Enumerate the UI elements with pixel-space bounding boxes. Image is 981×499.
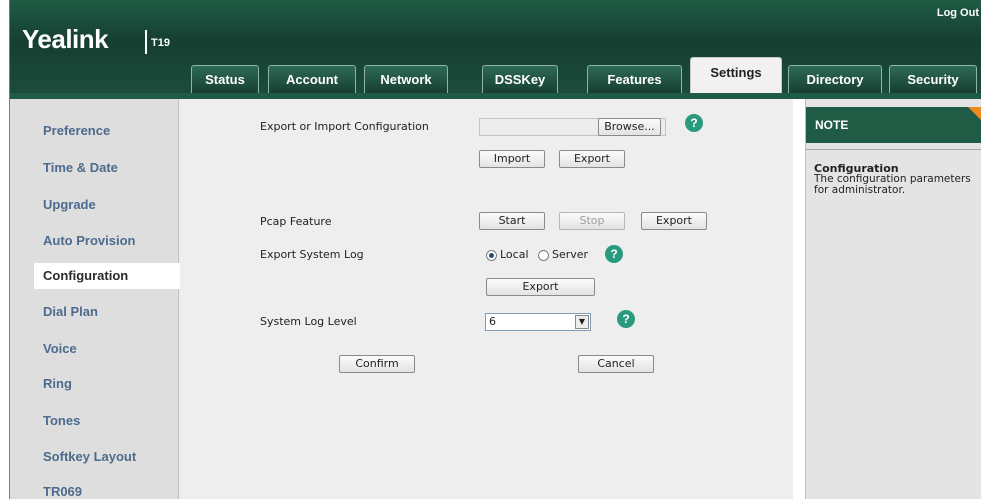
pcap-feature-label: Pcap Feature xyxy=(260,215,332,228)
yealink-logo: Yealink xyxy=(22,24,109,54)
sidebar-item-time-date[interactable]: Time & Date xyxy=(10,155,179,181)
pcap-stop-button[interactable]: Stop xyxy=(559,212,625,230)
sidebar-item-auto-provision[interactable]: Auto Provision xyxy=(10,228,179,254)
note-heading: NOTE xyxy=(806,107,981,143)
browse-button[interactable]: Browse... xyxy=(598,118,661,136)
header-bar: Yealink T19 Log Out Status Account Netwo… xyxy=(10,0,981,93)
tab-dsskey[interactable]: DSSKey xyxy=(482,65,558,93)
help-icon[interactable]: ? xyxy=(617,310,635,328)
note-text: The configuration parameters for adminis… xyxy=(814,173,971,196)
sidebar-item-voice[interactable]: Voice xyxy=(10,336,179,362)
logout-link[interactable]: Log Out xyxy=(937,7,979,19)
logo-separator xyxy=(145,30,147,54)
radio-local[interactable] xyxy=(486,250,497,261)
export-system-log-label: Export System Log xyxy=(260,248,364,261)
tab-network[interactable]: Network xyxy=(364,65,448,93)
export-import-config-label: Export or Import Configuration xyxy=(260,120,429,133)
note-panel: NOTE Configuration The configuration par… xyxy=(805,99,981,499)
import-button[interactable]: Import xyxy=(479,150,545,168)
sidebar-item-tones[interactable]: Tones xyxy=(10,408,179,434)
cancel-button[interactable]: Cancel xyxy=(578,355,654,373)
help-icon[interactable]: ? xyxy=(605,245,623,263)
content-divider xyxy=(793,99,805,499)
tab-account[interactable]: Account xyxy=(268,65,356,93)
confirm-button[interactable]: Confirm xyxy=(339,355,415,373)
export-config-button[interactable]: Export xyxy=(559,150,625,168)
syslog-export-button[interactable]: Export xyxy=(486,278,595,296)
tab-status[interactable]: Status xyxy=(191,65,259,93)
system-log-level-select[interactable]: 6 ▼ xyxy=(485,313,591,331)
tab-features[interactable]: Features xyxy=(587,65,682,93)
web-ui-frame: Yealink T19 Log Out Status Account Netwo… xyxy=(9,0,981,499)
system-log-level-value: 6 xyxy=(489,315,496,328)
sidebar-item-softkey-layout[interactable]: Softkey Layout xyxy=(10,444,179,470)
radio-local-label: Local xyxy=(500,248,529,261)
help-icon[interactable]: ? xyxy=(685,114,703,132)
main-content: Export or Import Configuration Browse...… xyxy=(180,99,793,499)
sidebar: Preference Time & Date Upgrade Auto Prov… xyxy=(10,99,180,499)
sidebar-item-ring[interactable]: Ring xyxy=(10,371,179,397)
sidebar-item-preference[interactable]: Preference xyxy=(10,118,179,144)
sidebar-item-upgrade[interactable]: Upgrade xyxy=(10,192,179,218)
chevron-down-icon[interactable]: ▼ xyxy=(575,315,589,329)
phone-model-label: T19 xyxy=(151,37,170,49)
note-corner-decoration xyxy=(968,107,981,121)
pcap-export-button[interactable]: Export xyxy=(641,212,707,230)
sidebar-item-dial-plan[interactable]: Dial Plan xyxy=(10,299,179,325)
tab-security[interactable]: Security xyxy=(889,65,977,93)
tab-settings[interactable]: Settings xyxy=(690,57,782,93)
sidebar-item-configuration[interactable]: Configuration xyxy=(34,263,180,289)
pcap-start-button[interactable]: Start xyxy=(479,212,545,230)
tab-directory[interactable]: Directory xyxy=(788,65,882,93)
system-log-level-label: System Log Level xyxy=(260,315,357,328)
radio-server-label: Server xyxy=(552,248,589,261)
radio-server[interactable] xyxy=(538,250,549,261)
note-separator xyxy=(806,149,981,150)
sidebar-item-tr069[interactable]: TR069 xyxy=(10,479,179,499)
